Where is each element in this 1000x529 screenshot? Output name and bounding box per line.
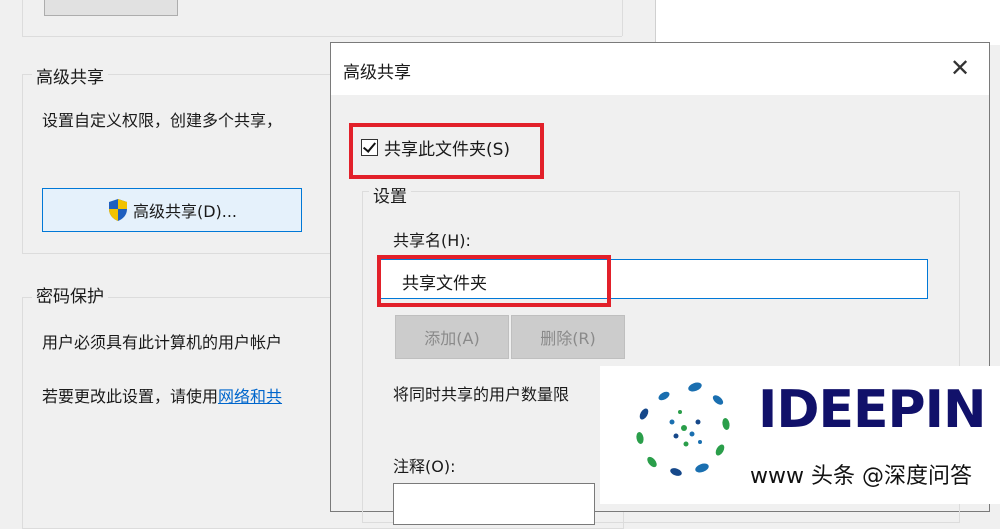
dialog-title: 高级共享 — [343, 63, 411, 83]
password-description: 用户必须具有此计算机的用户帐户 — [42, 333, 283, 352]
add-button[interactable]: 添加(A) — [395, 315, 509, 359]
ideepin-logo-icon — [636, 382, 730, 476]
watermark-www: www — [750, 464, 804, 489]
divider — [22, 36, 622, 37]
advanced-sharing-button[interactable]: 高级共享(D)... — [42, 188, 302, 232]
share-name-label: 共享名(H): — [393, 231, 471, 250]
watermark-overlay: IDEEPIN www 头条 @深度问答 — [600, 366, 1000, 504]
highlight-box — [349, 123, 544, 179]
change-setting-prefix: 若要更改此设置，请使用 — [42, 387, 219, 406]
network-share-button[interactable] — [44, 0, 178, 16]
settings-group-title: 设置 — [369, 182, 411, 207]
divider — [22, 0, 23, 36]
highlight-box — [377, 255, 611, 307]
advanced-sharing-button-label: 高级共享(D)... — [132, 202, 238, 221]
background-panel — [655, 0, 1000, 45]
password-protection-group-title: 密码保护 — [32, 282, 108, 307]
notes-label: 注释(O): — [393, 457, 456, 476]
remove-button[interactable]: 删除(R) — [511, 315, 625, 359]
toutiao-attribution: www 头条 @深度问答 — [750, 458, 972, 490]
dialog-title-bar: 高级共享 ✕ — [331, 43, 989, 95]
advanced-sharing-group-title: 高级共享 — [32, 63, 108, 88]
change-setting-text: 若要更改此设置，请使用网络和共 — [42, 383, 282, 407]
uac-shield-icon — [108, 199, 127, 221]
limit-users-label: 将同时共享的用户数量限 — [393, 385, 570, 404]
divider — [622, 0, 623, 36]
notes-input[interactable] — [393, 483, 595, 525]
close-icon[interactable]: ✕ — [947, 54, 973, 82]
toutiao-handle: 头条 @深度问答 — [810, 464, 972, 489]
network-sharing-center-link[interactable]: 网络和共 — [218, 387, 282, 406]
advanced-sharing-description: 设置自定义权限，创建多个共享， — [42, 111, 283, 130]
ideepin-brand-text: IDEEPIN — [758, 380, 987, 440]
